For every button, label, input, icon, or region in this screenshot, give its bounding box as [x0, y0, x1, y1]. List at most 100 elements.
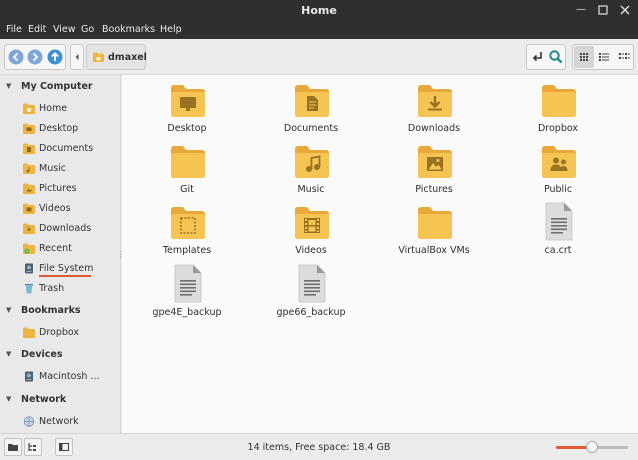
sidebar-item-network[interactable]: Network	[0, 412, 121, 432]
file-item-documents[interactable]: Documents	[251, 83, 371, 141]
toolbar: dmaxel	[0, 39, 638, 75]
status-bar: 14 items, Free space: 18.4 GB	[0, 433, 638, 460]
sidebar-item-label: File System	[39, 263, 94, 274]
sidebar-item-label: Pictures	[39, 183, 77, 194]
sidebar-item-videos[interactable]: Videos	[0, 199, 121, 219]
menu-file[interactable]: File	[6, 24, 22, 35]
menu-view[interactable]: View	[53, 24, 76, 35]
search-button[interactable]	[547, 48, 565, 66]
file-item-downloads[interactable]: Downloads	[374, 83, 494, 141]
file-name: Downloads	[407, 123, 461, 134]
file-name: ca.crt	[544, 245, 572, 256]
file-item-desktop[interactable]: Desktop	[127, 83, 247, 141]
sidebar-section-bookmarks[interactable]: ▼ Bookmarks	[0, 301, 121, 321]
sidebar-item-label: Trash	[39, 283, 65, 294]
sidebar-item-label: Macintosh ...	[39, 371, 100, 382]
section-title: Network	[21, 394, 67, 405]
section-title: My Computer	[21, 81, 93, 92]
sidebar-item-home[interactable]: Home	[0, 99, 121, 119]
drive-icon	[25, 371, 33, 382]
path-scroll-left-button[interactable]	[70, 44, 84, 70]
file-item-dropbox[interactable]: Dropbox	[498, 83, 618, 141]
file-name: Dropbox	[537, 123, 579, 134]
videos-folder-icon	[295, 207, 329, 239]
sidebar-item-recent[interactable]: Recent	[0, 239, 121, 259]
disk-usage-bar	[39, 275, 91, 277]
navigation-group	[4, 44, 66, 70]
file-item-gpe66-backup[interactable]: gpe66_backup	[251, 264, 371, 322]
downloads-folder-icon	[418, 85, 452, 117]
file-item-gpe4e-backup[interactable]: gpe4E_backup	[127, 264, 247, 322]
forward-button[interactable]	[27, 49, 43, 65]
file-name: Desktop	[167, 123, 207, 134]
file-name: VirtualBox VMs	[398, 245, 470, 256]
path-button-home[interactable]: dmaxel	[86, 44, 147, 70]
back-button[interactable]	[8, 49, 24, 65]
folder-icon	[23, 327, 35, 338]
file-name: Music	[297, 184, 325, 195]
recent-folder-icon	[23, 243, 35, 254]
file-name: Videos	[295, 245, 327, 256]
sidebar-item-desktop[interactable]: Desktop	[0, 119, 121, 139]
file-item-templates[interactable]: Templates	[127, 205, 247, 263]
menu-edit[interactable]: Edit	[28, 24, 46, 35]
maximize-icon[interactable]	[596, 3, 610, 17]
list-icon	[599, 53, 609, 61]
window-title: Home	[301, 4, 337, 17]
file-item-git[interactable]: Git	[127, 144, 247, 202]
title-bar[interactable]: Home —	[0, 0, 638, 22]
file-name: Documents	[283, 123, 339, 134]
minimize-icon[interactable]: —	[574, 3, 588, 17]
up-button[interactable]	[47, 49, 63, 65]
toggle-location-button[interactable]	[529, 48, 546, 66]
sidebar-item-label: Videos	[39, 203, 71, 214]
menu-help[interactable]: Help	[160, 24, 182, 35]
sidebar-item-dropbox[interactable]: Dropbox	[0, 323, 121, 343]
trash-icon	[25, 284, 33, 294]
sidebar-item-macintosh[interactable]: Macintosh ...	[0, 367, 121, 387]
close-icon[interactable]	[618, 3, 632, 17]
file-item-videos[interactable]: Videos	[251, 205, 371, 263]
sidebar-item-downloads[interactable]: Downloads	[0, 219, 121, 239]
folder-icon	[171, 146, 205, 178]
drive-icon	[25, 263, 33, 274]
compact-view-button[interactable]	[614, 46, 634, 68]
sidebar-item-label: Documents	[39, 143, 94, 154]
documents-folder-icon	[295, 85, 329, 117]
downloads-folder-icon	[23, 223, 35, 234]
file-name: Git	[180, 184, 194, 195]
list-view-button[interactable]	[594, 46, 614, 68]
menu-bookmarks[interactable]: Bookmarks	[102, 24, 155, 35]
status-text: 14 items, Free space: 18.4 GB	[247, 442, 391, 453]
sidebar-resize-handle[interactable]: ⋮	[117, 250, 125, 262]
view-mode-group	[572, 44, 634, 70]
sidebar-item-trash[interactable]: Trash	[0, 279, 121, 299]
sidebar-section-my-computer[interactable]: ▼ My Computer	[0, 77, 121, 97]
sidebar-item-label: Downloads	[39, 223, 92, 234]
sidebar-section-network[interactable]: ▼ Network	[0, 390, 121, 410]
text-file-icon	[174, 264, 202, 303]
sidebar-section-devices[interactable]: ▼ Devices	[0, 345, 121, 365]
file-item-virtualbox-vms[interactable]: VirtualBox VMs	[374, 205, 494, 263]
desktop-folder-icon	[23, 123, 35, 134]
file-manager-window: Home — File Edit View Go Bookmarks Help	[0, 0, 638, 460]
file-item-pictures[interactable]: Pictures	[374, 144, 494, 202]
sidebar-item-file-system[interactable]: File System	[0, 259, 121, 279]
menu-go[interactable]: Go	[81, 24, 94, 35]
expand-arrow-icon: ▼	[6, 306, 12, 314]
location-search-group	[526, 44, 566, 70]
zoom-slider-handle[interactable]	[586, 441, 598, 453]
icon-view-button[interactable]	[574, 46, 594, 68]
section-title: Bookmarks	[21, 305, 81, 316]
zoom-slider[interactable]	[556, 441, 628, 453]
desktop-folder-icon	[171, 85, 205, 117]
file-item-ca-crt[interactable]: ca.crt	[498, 202, 618, 260]
file-item-music[interactable]: Music	[251, 144, 371, 202]
sidebar-item-documents[interactable]: Documents	[0, 139, 121, 159]
pictures-folder-icon	[23, 183, 35, 194]
file-item-public[interactable]: Public	[498, 144, 618, 202]
sidebar-item-music[interactable]: Music	[0, 159, 121, 179]
sidebar-item-pictures[interactable]: Pictures	[0, 179, 121, 199]
file-name: Public	[543, 184, 573, 195]
path-label: dmaxel	[108, 52, 147, 63]
